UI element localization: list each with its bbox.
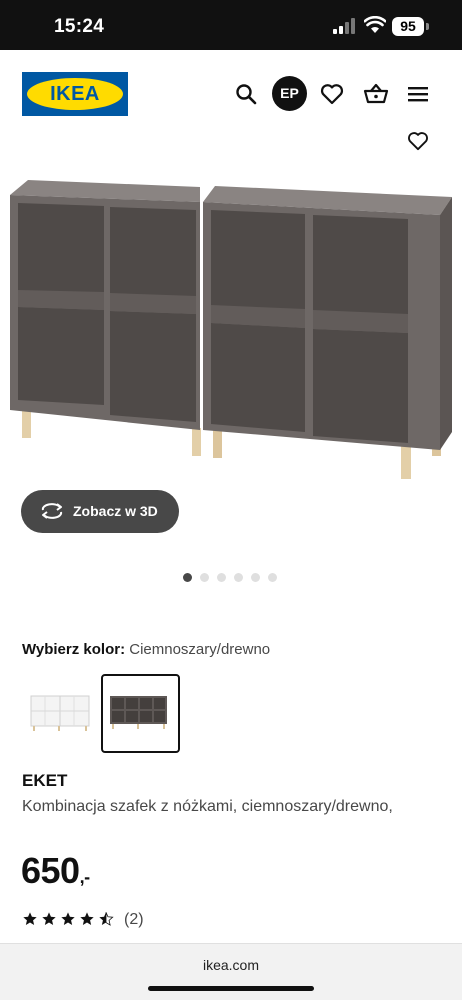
star-icon: [80, 912, 94, 925]
product-name: EKET: [22, 771, 68, 790]
logo-text: IKEA: [50, 83, 100, 105]
browser-address-bar[interactable]: ikea.com: [0, 943, 462, 1000]
color-label: Wybierz kolor:: [22, 641, 126, 658]
site-header: IKEA EP: [0, 50, 462, 135]
account-avatar[interactable]: EP: [272, 76, 307, 111]
product-price: 650,-: [21, 850, 90, 892]
view-3d-button[interactable]: Zobacz w 3D: [21, 490, 179, 533]
battery-tip: [426, 23, 429, 30]
search-icon[interactable]: [232, 80, 260, 108]
gallery-dot[interactable]: [234, 573, 243, 582]
heart-icon[interactable]: [318, 80, 346, 108]
logo-oval: IKEA: [27, 78, 123, 110]
review-count[interactable]: (2): [124, 911, 144, 929]
url-text[interactable]: ikea.com: [0, 957, 462, 973]
rotate-3d-icon: [41, 503, 63, 519]
color-selector-label: Wybierz kolor: Ciemnoszary/drewno: [22, 641, 270, 658]
status-bar: 15:24 95: [0, 0, 462, 50]
star-icon: [23, 912, 37, 925]
product-description: Kombinacja szafek z nóżkami, ciemnoszary…: [22, 798, 393, 815]
gallery-dot[interactable]: [183, 573, 192, 582]
gallery-dot[interactable]: [268, 573, 277, 582]
wifi-icon: [364, 16, 386, 33]
product-image[interactable]: [0, 160, 462, 490]
ikea-logo[interactable]: IKEA: [22, 72, 128, 116]
cart-icon[interactable]: [362, 80, 390, 108]
cellular-signal-icon: [333, 18, 355, 34]
price-suffix: ,-: [79, 867, 91, 887]
view-3d-label: Zobacz w 3D: [73, 503, 158, 519]
star-icon: [42, 912, 56, 925]
menu-icon[interactable]: [404, 80, 432, 108]
color-swatch-dark-grey[interactable]: [101, 674, 180, 753]
color-value: Ciemnoszary/drewno: [129, 641, 271, 658]
favourite-heart-icon[interactable]: [407, 131, 431, 153]
gallery-dot[interactable]: [251, 573, 260, 582]
color-swatch-white[interactable]: [22, 674, 97, 749]
price-value: 650: [21, 850, 80, 891]
half-star-icon: [99, 912, 114, 926]
star-icon: [61, 912, 75, 925]
home-indicator: [148, 986, 314, 991]
gallery-dot[interactable]: [217, 573, 226, 582]
battery-indicator: 95: [392, 17, 424, 36]
status-time: 15:24: [54, 16, 105, 37]
rating-stars[interactable]: [22, 911, 114, 927]
gallery-dot[interactable]: [200, 573, 209, 582]
gallery-pagination: [183, 573, 277, 583]
